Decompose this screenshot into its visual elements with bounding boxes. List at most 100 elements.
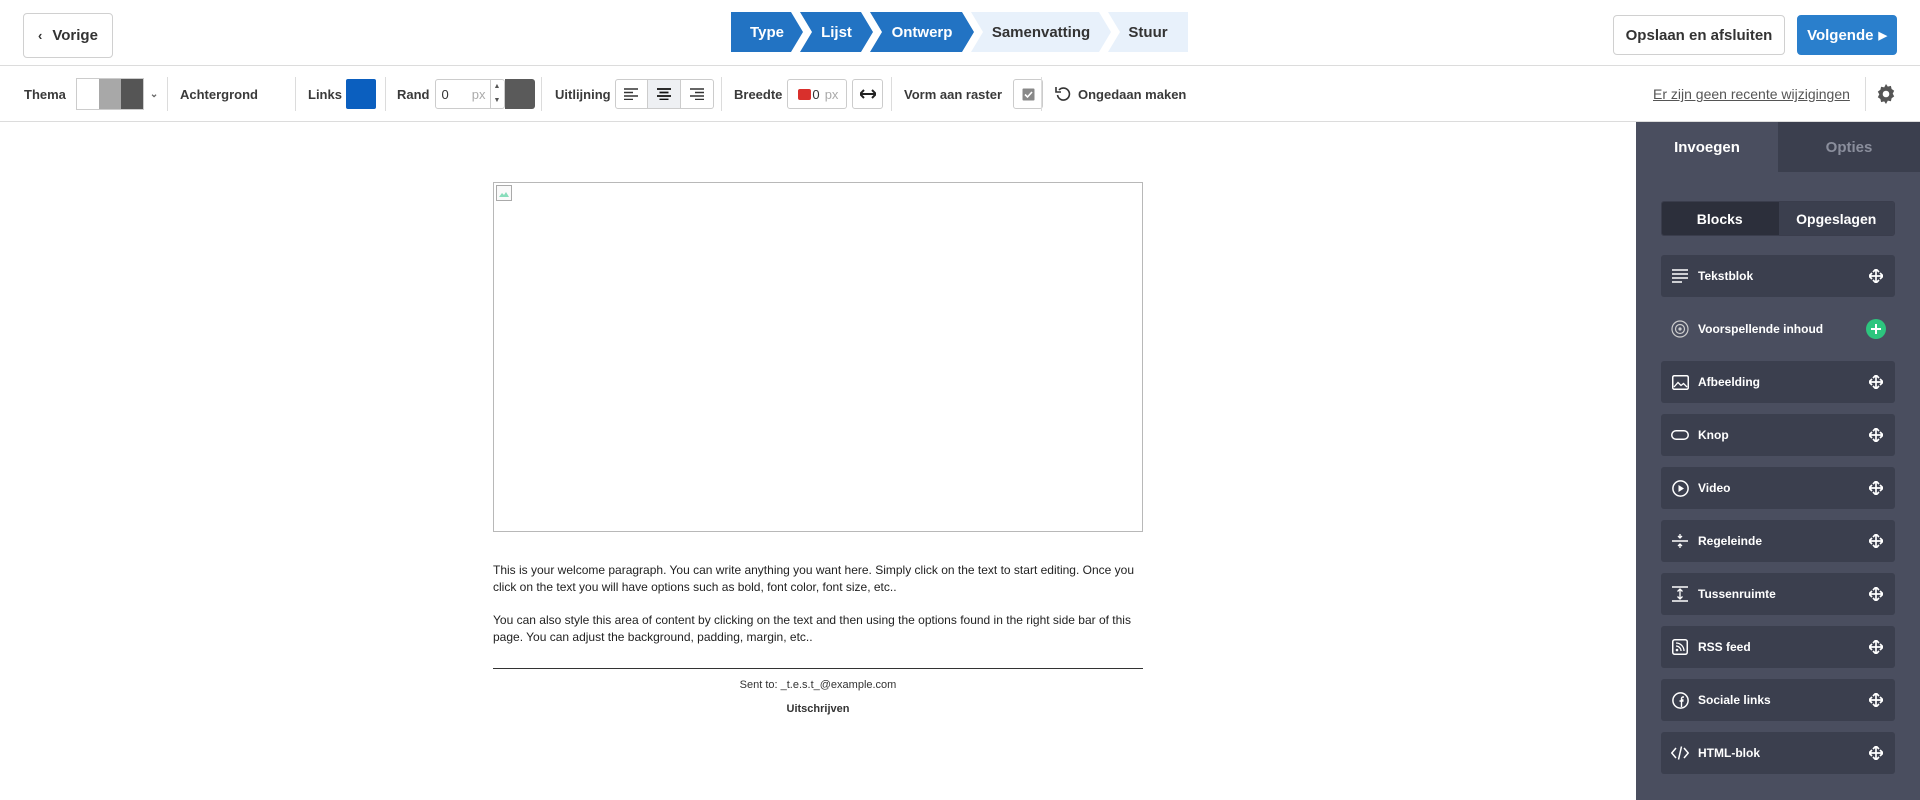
move-icon[interactable] (1868, 533, 1884, 549)
facebook-icon (1671, 691, 1689, 709)
theme-control: Thema ⌄ (24, 66, 158, 122)
divider (385, 77, 386, 111)
prev-button[interactable]: ‹ Vorige (23, 13, 113, 58)
theme-swatch-light (76, 79, 99, 109)
chevron-left-icon: ‹ (38, 28, 43, 43)
gear-icon (1877, 84, 1895, 104)
divider-icon (1671, 532, 1689, 550)
step-lijst[interactable]: Lijst (800, 12, 873, 52)
predictive-icon (1671, 320, 1689, 338)
width-label: Breedte (734, 86, 783, 102)
border-label: Rand (397, 86, 430, 102)
step-samenvatting[interactable]: Samenvatting (971, 12, 1111, 52)
checkbox-checked-icon (1022, 88, 1035, 100)
divider (721, 77, 722, 111)
undo-button[interactable]: Ongedaan maken (1055, 66, 1186, 122)
block-knop[interactable]: Knop (1661, 414, 1895, 456)
block-rss-feed[interactable]: RSS feed (1661, 626, 1895, 668)
recent-changes-link[interactable]: Er zijn geen recente wijzigingen (1653, 66, 1850, 122)
background-label[interactable]: Achtergrond (180, 66, 258, 122)
divider (167, 77, 168, 111)
alignment-group (614, 79, 714, 109)
rss-icon (1671, 638, 1689, 656)
block-html-blok[interactable]: HTML-blok (1661, 732, 1895, 774)
right-sidebar: Invoegen Opties Blocks Opgeslagen Tekstb… (1636, 122, 1920, 800)
align-left-button[interactable] (614, 79, 648, 109)
move-icon[interactable] (1868, 374, 1884, 390)
width-input[interactable]: 0 px (787, 79, 848, 109)
settings-button[interactable] (1876, 66, 1896, 122)
align-right-button[interactable] (680, 79, 714, 109)
error-badge-icon (798, 88, 812, 100)
block-afbeelding[interactable]: Afbeelding (1661, 361, 1895, 403)
email-canvas: This is your welcome paragraph. You can … (0, 122, 1636, 800)
button-icon (1671, 426, 1689, 444)
block-video[interactable]: Video (1661, 467, 1895, 509)
move-icon[interactable] (1868, 427, 1884, 443)
alignment-label: Uitlijning (555, 86, 611, 102)
stepper-icon[interactable]: ▲ ▼ (489, 80, 504, 108)
broken-image-icon (496, 185, 512, 201)
border-width-input[interactable]: 0 px ▲ ▼ (434, 79, 505, 109)
theme-swatches[interactable] (75, 78, 144, 110)
chevron-down-icon[interactable]: ⌄ (150, 89, 158, 100)
block-regeleinde[interactable]: Regeleinde (1661, 520, 1895, 562)
links-color-swatch[interactable] (345, 79, 376, 109)
image-placeholder[interactable] (493, 182, 1143, 532)
full-width-button[interactable] (852, 79, 884, 109)
align-center-button[interactable] (647, 79, 681, 109)
move-icon[interactable] (1868, 692, 1884, 708)
block-tussenruimte[interactable]: Tussenruimte (1661, 573, 1895, 615)
tab-invoegen[interactable]: Invoegen (1636, 122, 1778, 172)
caret-right-icon: ▶ (1878, 29, 1887, 42)
move-icon[interactable] (1868, 586, 1884, 602)
top-bar: ‹ Vorige Type Lijst Ontwerp Samenvatting… (0, 0, 1920, 66)
divider (295, 77, 296, 111)
style-paragraph[interactable]: You can also style this area of content … (493, 612, 1143, 646)
welcome-paragraph[interactable]: This is your welcome paragraph. You can … (493, 562, 1143, 596)
add-icon[interactable] (1866, 319, 1886, 339)
divider (1041, 77, 1042, 111)
footer-divider (493, 668, 1143, 669)
width-control: Breedte 0 px (734, 66, 884, 122)
grid-control: Vorm aan raster (904, 66, 1044, 122)
grid-label: Vorm aan raster (904, 86, 1003, 102)
code-icon (1671, 744, 1689, 762)
tab-opties[interactable]: Opties (1778, 122, 1920, 172)
design-toolbar: Thema ⌄ Achtergrond Links Rand 0 px ▲ ▼ U… (0, 66, 1920, 122)
align-left-icon (624, 88, 639, 100)
align-right-icon (689, 88, 704, 100)
arrows-horizontal-icon (859, 89, 876, 99)
block-voorspellende-inhoud[interactable]: Voorspellende inhoud (1661, 308, 1895, 350)
snap-to-grid-checkbox[interactable] (1013, 79, 1044, 109)
wizard-steps: Type Lijst Ontwerp Samenvatting Stuur (731, 12, 1188, 52)
links-label: Links (308, 86, 342, 102)
step-ontwerp[interactable]: Ontwerp (870, 12, 974, 52)
theme-label: Thema (24, 86, 66, 102)
divider (1865, 77, 1866, 111)
step-type[interactable]: Type (731, 12, 803, 52)
theme-swatch-dark (120, 79, 143, 109)
theme-swatch-mid (98, 79, 121, 109)
prev-label: Vorige (52, 27, 98, 44)
segment-saved[interactable]: Opgeslagen (1777, 202, 1894, 235)
image-icon (1671, 373, 1689, 391)
move-icon[interactable] (1868, 639, 1884, 655)
alignment-control: Uitlijning (555, 66, 714, 122)
blocks-saved-toggle: Blocks Opgeslagen (1661, 201, 1895, 236)
move-icon[interactable] (1868, 745, 1884, 761)
save-and-close-button[interactable]: Opslaan en afsluiten (1613, 15, 1785, 55)
border-control: Rand 0 px ▲ ▼ (397, 66, 535, 122)
play-icon (1671, 479, 1689, 497)
block-tekstblok[interactable]: Tekstblok (1661, 255, 1895, 297)
move-icon[interactable] (1868, 480, 1884, 496)
block-sociale-links[interactable]: Sociale links (1661, 679, 1895, 721)
unsubscribe-link[interactable]: Uitschrijven (493, 703, 1143, 715)
sent-to-text: Sent to: _t.e.s.t_@example.com (739, 679, 897, 691)
step-stuur[interactable]: Stuur (1108, 12, 1188, 52)
move-icon[interactable] (1868, 268, 1884, 284)
segment-blocks[interactable]: Blocks (1662, 202, 1778, 235)
border-color-swatch[interactable] (504, 79, 535, 109)
next-button[interactable]: Volgende ▶ (1797, 15, 1897, 55)
divider (541, 77, 542, 111)
